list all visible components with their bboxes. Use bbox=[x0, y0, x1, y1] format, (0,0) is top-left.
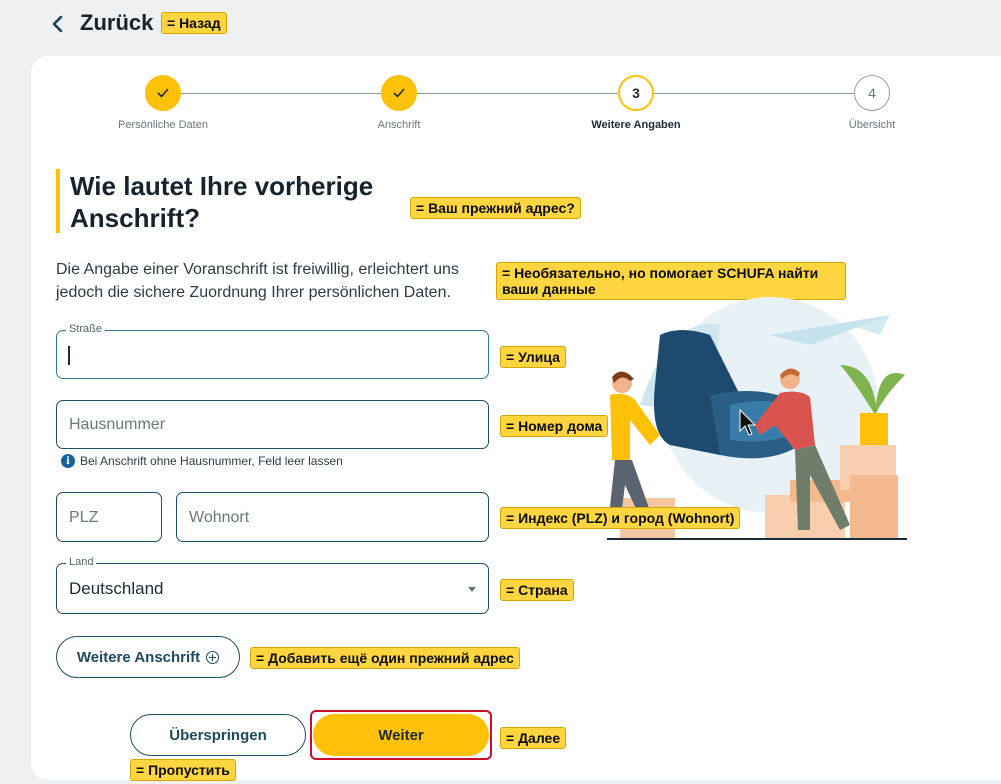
house-number-hint-text: Bei Anschrift ohne Hausnummer, Feld leer… bbox=[80, 454, 343, 468]
street-legend: Straße bbox=[66, 323, 106, 335]
country-value: Deutschland bbox=[69, 579, 164, 598]
intro-text: Die Angabe einer Voranschrift ist freiwi… bbox=[56, 261, 459, 301]
page-title: Wie lautet Ihre vorherige Anschrift? bbox=[70, 170, 430, 234]
step-2-check-icon bbox=[381, 75, 417, 111]
page-title-line1: Wie lautet Ihre vorherige bbox=[70, 171, 374, 201]
step-2-label: Anschrift bbox=[377, 119, 421, 131]
plus-circle-icon bbox=[206, 650, 220, 664]
dropdown-arrow-icon bbox=[468, 587, 476, 592]
house-number-hint: i Bei Anschrift ohne Hausnummer, Feld le… bbox=[61, 454, 343, 468]
text-caret bbox=[68, 346, 70, 365]
city-placeholder: Wohnort bbox=[189, 509, 250, 526]
street-field[interactable]: Straße bbox=[56, 323, 489, 379]
translation-tag-heading: = Ваш прежний адрес? bbox=[410, 197, 581, 219]
translation-tag-next: = Далее bbox=[500, 727, 567, 749]
translation-tag-skip: = Пропустить bbox=[130, 759, 236, 781]
info-icon: i bbox=[61, 454, 75, 468]
translation-tag-country: = Страна bbox=[500, 579, 574, 601]
heading-accent-bar bbox=[56, 169, 60, 233]
next-button[interactable]: Weiter bbox=[313, 714, 489, 756]
translation-tag-street: = Улица bbox=[500, 346, 566, 368]
country-legend: Land bbox=[66, 556, 97, 568]
progress-stepper: 3 4 Persönliche Daten Anschrift Weitere … bbox=[0, 0, 1001, 140]
house-number-field[interactable]: Hausnummer bbox=[56, 400, 489, 449]
country-select[interactable]: Land Deutschland bbox=[56, 556, 489, 614]
translation-tag-add-address: = Добавить ещё один прежний адрес bbox=[250, 647, 520, 669]
step-connector bbox=[654, 93, 854, 94]
translation-tag-plz-city: = Индекс (PLZ) и город (Wohnort) bbox=[500, 507, 741, 529]
house-number-placeholder: Hausnummer bbox=[69, 416, 166, 433]
skip-label: Überspringen bbox=[169, 726, 267, 744]
translation-tag-house-number: = Номер дома bbox=[500, 415, 609, 437]
step-4-label: Übersicht bbox=[848, 119, 896, 131]
add-address-button[interactable]: Weitere Anschrift bbox=[56, 636, 240, 678]
plz-placeholder: PLZ bbox=[69, 509, 99, 526]
step-connector bbox=[417, 93, 617, 94]
step-3-label: Weitere Angaben bbox=[591, 119, 681, 131]
page-title-line2: Anschrift? bbox=[70, 203, 200, 233]
step-1-label: Persönliche Daten bbox=[118, 119, 208, 131]
skip-button[interactable]: Überspringen bbox=[130, 714, 306, 756]
next-label: Weiter bbox=[378, 726, 424, 744]
add-address-label: Weitere Anschrift bbox=[76, 648, 201, 666]
step-connector bbox=[181, 93, 381, 94]
city-field[interactable]: Wohnort bbox=[176, 492, 489, 542]
step-1-check-icon bbox=[145, 75, 181, 111]
plz-field[interactable]: PLZ bbox=[56, 492, 162, 542]
step-3-number: 3 bbox=[618, 75, 654, 111]
step-4-number: 4 bbox=[854, 75, 890, 111]
